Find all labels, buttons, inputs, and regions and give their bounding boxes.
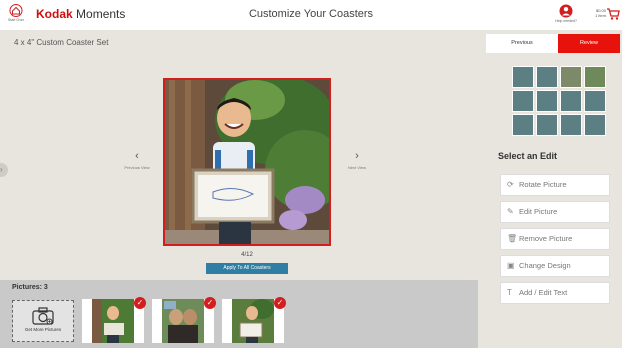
thumbnail-photo xyxy=(232,299,274,343)
child-holding-sign-photo xyxy=(165,80,329,244)
trash-icon: 🗑 xyxy=(507,234,518,243)
edit-picture-label: Edit Picture xyxy=(519,207,558,216)
app-header: Start Over Kodak Moments Customize Your … xyxy=(0,0,622,30)
selected-check-icon: ✓ xyxy=(274,297,286,309)
coaster-preview-photo[interactable] xyxy=(163,78,331,246)
product-title: 4 x 4" Custom Coaster Set xyxy=(14,38,109,47)
next-view-label: Next View xyxy=(348,165,366,170)
coaster-grid-cell[interactable] xyxy=(536,66,558,88)
coaster-grid-cell[interactable] xyxy=(560,66,582,88)
review-button[interactable]: Review xyxy=(558,34,620,53)
help-button[interactable]: Help needed? xyxy=(552,4,580,23)
cart-summary[interactable]: $0.00 1 item xyxy=(588,8,606,18)
select-edit-title: Select an Edit xyxy=(498,151,558,161)
pictures-strip: Pictures: 3 Get More Pictures ✓ ✓ ✓ xyxy=(0,280,478,348)
coaster-grid-cell[interactable] xyxy=(536,90,558,112)
coaster-grid-cell[interactable] xyxy=(512,114,534,136)
edit-icon: ✎ xyxy=(507,207,514,216)
rotate-icon: ⟳ xyxy=(507,180,514,189)
thumbnail-photo xyxy=(162,299,204,343)
get-more-pictures-button[interactable]: Get More Pictures xyxy=(12,300,74,342)
chevron-right-icon: › xyxy=(0,165,3,174)
remove-picture-button[interactable]: 🗑 Remove Picture xyxy=(500,228,610,250)
edit-picture-button[interactable]: ✎ Edit Picture xyxy=(500,201,610,223)
cart-item-count: 1 item xyxy=(595,13,606,18)
text-icon: T xyxy=(507,288,512,297)
help-label: Help needed? xyxy=(555,19,577,23)
help-person-icon xyxy=(559,4,573,18)
previous-view-label: Previous View xyxy=(124,165,150,170)
coaster-canvas: 4 x 4" Custom Coaster Set › ‹ Previous V… xyxy=(0,30,478,280)
coaster-grid-cell[interactable] xyxy=(512,90,534,112)
picture-thumbnail[interactable]: ✓ xyxy=(152,297,216,343)
coaster-grid-cell[interactable] xyxy=(560,90,582,112)
selected-check-icon: ✓ xyxy=(134,297,146,309)
coaster-grid xyxy=(512,66,608,140)
coaster-grid-cell[interactable] xyxy=(584,66,606,88)
add-edit-text-label: Add / Edit Text xyxy=(519,288,568,297)
picture-thumbnail[interactable]: ✓ xyxy=(222,297,286,343)
pictures-count: Pictures: 3 xyxy=(12,284,48,291)
design-icon: ▣ xyxy=(507,261,515,270)
chevron-left-icon: ‹ xyxy=(135,150,139,162)
edit-panel: Previous Review Select an Edit ⟳ Rotate P… xyxy=(478,30,622,348)
previous-view-button[interactable]: ‹ Previous View xyxy=(116,150,158,170)
next-view-button[interactable]: › Next View xyxy=(336,150,378,170)
previous-button[interactable]: Previous xyxy=(486,34,558,53)
remove-picture-label: Remove Picture xyxy=(519,234,573,243)
coaster-grid-cell[interactable] xyxy=(584,90,606,112)
picture-thumbnail[interactable]: ✓ xyxy=(82,297,146,343)
camera-icon xyxy=(32,307,54,325)
side-panel-toggle[interactable]: › xyxy=(0,163,8,177)
chevron-right-icon: › xyxy=(355,150,359,162)
coaster-grid-cell[interactable] xyxy=(536,114,558,136)
coaster-grid-cell[interactable] xyxy=(512,66,534,88)
cart-icon[interactable] xyxy=(606,7,620,21)
get-more-pictures-label: Get More Pictures xyxy=(24,327,62,332)
rotate-picture-label: Rotate Picture xyxy=(519,180,567,189)
apply-to-all-button[interactable]: Apply To All Coasters xyxy=(206,263,288,274)
selected-check-icon: ✓ xyxy=(204,297,216,309)
change-design-label: Change Design xyxy=(519,261,571,270)
coaster-grid-cell[interactable] xyxy=(584,114,606,136)
rotate-picture-button[interactable]: ⟳ Rotate Picture xyxy=(500,174,610,196)
change-design-button[interactable]: ▣ Change Design xyxy=(500,255,610,277)
add-edit-text-button[interactable]: T Add / Edit Text xyxy=(500,282,610,304)
thumbnail-photo xyxy=(92,299,134,343)
page-title: Customize Your Coasters xyxy=(248,8,374,20)
coaster-counter: 4/12 xyxy=(241,252,253,258)
coaster-grid-cell[interactable] xyxy=(560,114,582,136)
